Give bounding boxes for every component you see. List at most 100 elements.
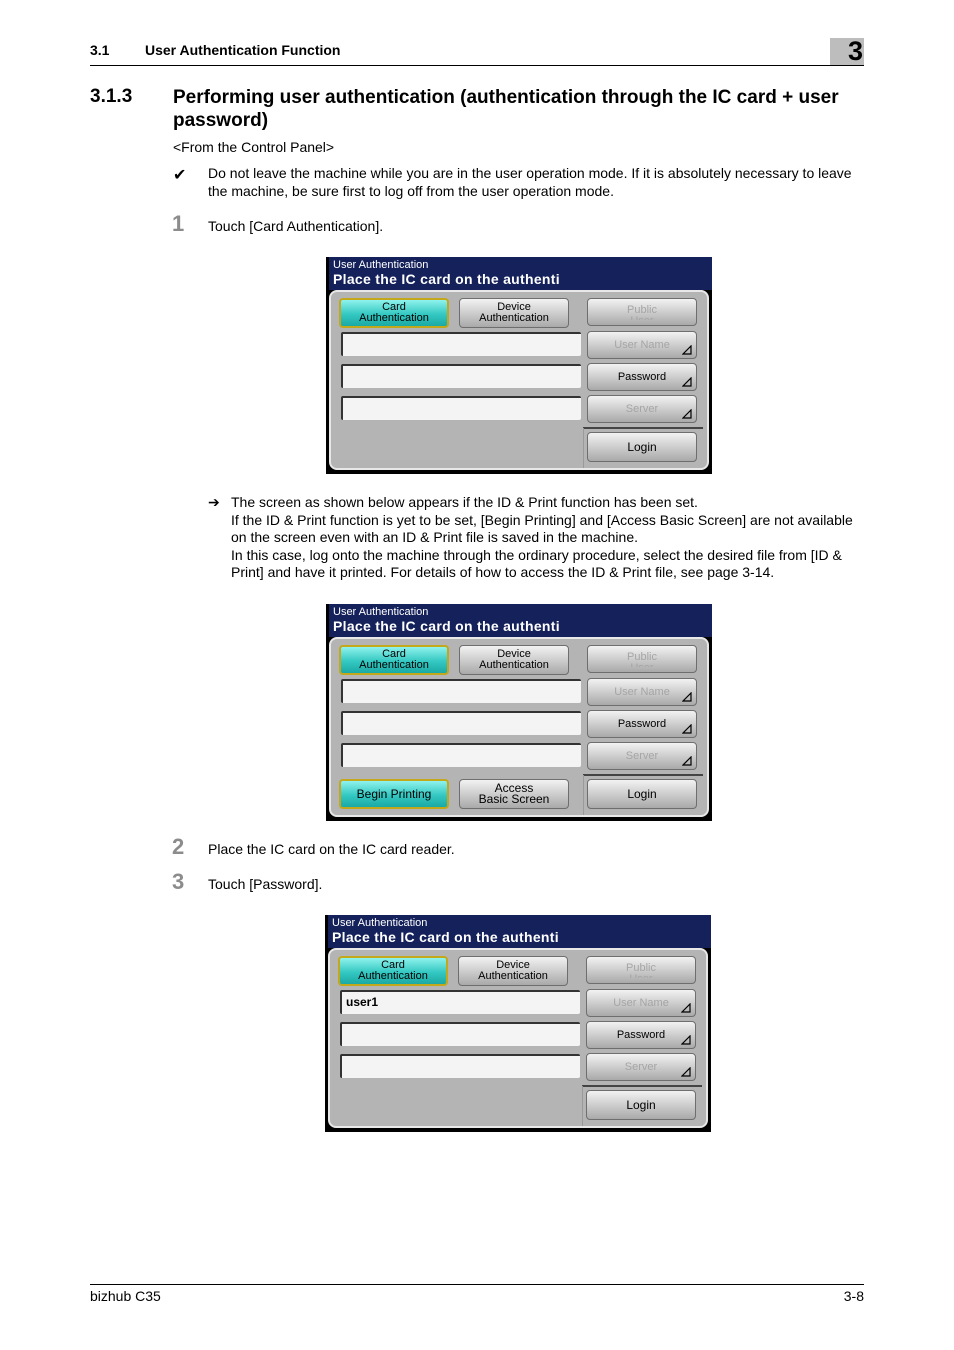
divider [582,1086,583,1126]
footer-product-name: bizhub C35 [90,1288,161,1304]
password-button[interactable]: Password [587,363,697,391]
button-label: Server [624,1060,658,1073]
arrow-note: The screen as shown below appears if the… [231,494,871,582]
button-label: User [630,663,653,667]
expand-triangle-icon [682,345,692,355]
panel-body: Card Authentication Device Authenticatio… [328,948,708,1128]
panel-subtitle: User Authentication [332,917,428,929]
expand-triangle-icon [682,724,692,734]
panel-header: User Authentication Place the IC card on… [329,604,712,637]
password-field[interactable] [341,364,581,388]
step-number: 2 [172,834,185,859]
button-label: Public [627,650,657,663]
expand-triangle-icon [681,1003,691,1013]
note-text: Do not leave the machine while you are i… [208,165,852,199]
arrow-note-line: If the ID & Print function is yet to be … [231,511,853,546]
button-label: Public [626,961,656,974]
access-basic-screen-button[interactable]: Access Basic Screen [459,779,569,809]
from-control-panel-label: <From the Control Panel> [173,139,335,155]
button-label: Authentication [359,312,429,324]
arrow-note-line: The screen as shown below appears if the… [231,494,698,510]
button-label: User [630,316,653,320]
user-name-button[interactable]: User Name [587,678,697,706]
password-field[interactable] [340,1022,580,1046]
panel-message: Place the IC card on the authenti [332,929,559,945]
panel-subtitle: User Authentication [333,259,429,271]
panel-message: Place the IC card on the authenti [333,618,560,634]
expand-triangle-icon [681,1067,691,1077]
control-panel-screen-3: User Authentication Place the IC card on… [325,915,711,1132]
login-button[interactable]: Login [586,1090,696,1120]
button-label: Login [626,1097,656,1112]
checkmark-icon: ✔ [173,167,187,184]
step-text: Touch [Password]. [208,876,323,892]
public-user-button[interactable]: Public User [586,956,696,984]
button-label: Login [627,786,657,801]
button-label: Authentication [358,970,428,982]
footer-page-number: 3-8 [843,1288,864,1304]
login-button[interactable]: Login [587,432,697,462]
arrow-note-line: In this case, log onto the machine throu… [231,546,842,581]
running-footer: bizhub C35 3-8 [90,1284,864,1308]
divider [583,774,703,776]
button-label: Authentication [479,312,549,324]
divider [582,1085,702,1087]
running-header: 3.1 User Authentication Function 3 [90,38,864,66]
panel-header: User Authentication Place the IC card on… [328,915,711,948]
panel-body: Card Authentication Device Authenticatio… [329,290,709,470]
password-button[interactable]: Password [586,1021,696,1049]
button-label: Authentication [359,659,429,671]
password-button[interactable]: Password [587,710,697,738]
panel-subtitle: User Authentication [333,606,429,618]
control-panel-screen-1: User Authentication Place the IC card on… [326,257,712,474]
expand-triangle-icon [682,756,692,766]
server-button[interactable]: Server [587,395,697,423]
button-label: User Name [614,685,670,698]
device-authentication-button[interactable]: Device Authentication [458,956,568,986]
password-field[interactable] [341,711,581,735]
button-label: Begin Printing [356,786,432,801]
card-authentication-button[interactable]: Card Authentication [339,298,449,328]
expand-triangle-icon [682,409,692,419]
button-label: Authentication [479,659,549,671]
button-label: User [629,974,652,978]
user-name-field[interactable] [341,332,581,356]
begin-printing-button[interactable]: Begin Printing [339,779,449,809]
device-authentication-button[interactable]: Device Authentication [459,298,569,328]
server-field[interactable] [340,1054,580,1078]
device-authentication-button[interactable]: Device Authentication [459,645,569,675]
button-label: Login [627,439,657,454]
card-authentication-button[interactable]: Card Authentication [339,645,449,675]
card-authentication-button[interactable]: Card Authentication [338,956,448,986]
section-number: 3.1.3 [90,86,133,107]
step-number: 1 [172,211,185,236]
user-name-button[interactable]: User Name [586,989,696,1017]
chapter-tab: 3 [830,38,864,65]
divider [583,775,584,815]
button-label: Server [625,402,659,415]
button-label: Password [617,717,667,730]
section-title: Performing user authentication (authenti… [173,87,839,131]
control-panel-screen-2: User Authentication Place the IC card on… [326,604,712,821]
server-field[interactable] [341,743,581,767]
expand-triangle-icon [682,377,692,387]
user-name-button[interactable]: User Name [587,331,697,359]
user-name-field[interactable]: user1 [340,990,580,1014]
login-button[interactable]: Login [587,779,697,809]
public-user-button[interactable]: Public User [587,298,697,326]
server-button[interactable]: Server [586,1053,696,1081]
user-name-field[interactable] [341,679,581,703]
step-text: Touch [Card Authentication]. [208,218,384,234]
divider [583,428,584,468]
public-user-button[interactable]: Public User [587,645,697,673]
button-label: User Name [613,996,669,1009]
expand-triangle-icon [681,1035,691,1045]
button-label: Password [617,370,667,383]
server-button[interactable]: Server [587,742,697,770]
arrow-icon: ➔ [208,494,220,510]
expand-triangle-icon [682,692,692,702]
button-label: Basic Screen [478,792,550,806]
panel-message: Place the IC card on the authenti [333,271,560,287]
server-field[interactable] [341,396,581,420]
header-section-number: 3.1 [90,42,110,58]
